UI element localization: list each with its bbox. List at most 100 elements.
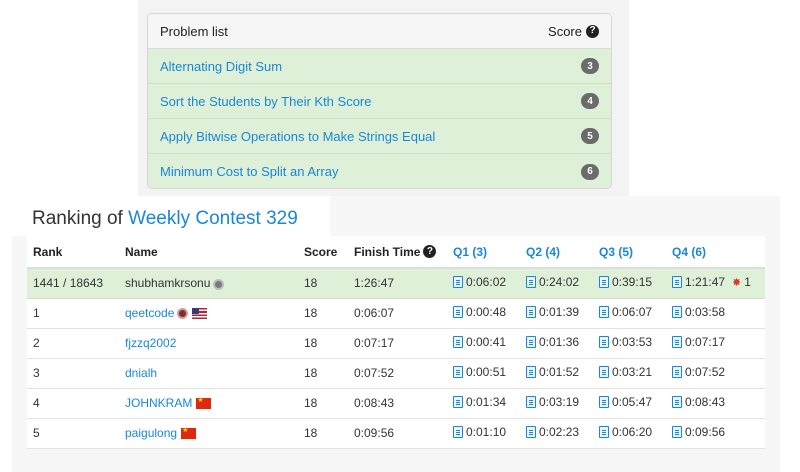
q3-column-header[interactable]: Q3 (5): [593, 236, 666, 269]
q3-cell[interactable]: 0:06:20: [593, 418, 666, 449]
problem-link[interactable]: Alternating Digit Sum: [160, 59, 282, 74]
table-row: 2 fjzzq2002 18 0:07:17 0:00:41 0:01:36 0…: [27, 328, 765, 359]
q2-cell[interactable]: 0:01:52: [520, 358, 593, 389]
q1-column-header[interactable]: Q1 (3): [447, 236, 520, 269]
q2-cell[interactable]: 0:03:19: [520, 388, 593, 419]
table-row-current-user: 1441 / 18643 shubhamkrsonu 18 1:26:47 0:…: [27, 268, 765, 299]
q1-cell[interactable]: 0:06:02: [447, 268, 520, 299]
q3-cell[interactable]: 0:05:47: [593, 388, 666, 419]
table-row: 3 dnialh 18 0:07:52 0:00:51 0:01:52 0:03…: [27, 358, 765, 389]
submission-doc-icon[interactable]: [599, 336, 609, 348]
problem-link[interactable]: Minimum Cost to Split an Array: [160, 164, 338, 179]
table-header-row: Rank Name Score Finish Time? Q1 (3) Q2 (…: [27, 236, 765, 269]
submission-doc-icon[interactable]: [526, 426, 536, 438]
score-badge: 6: [581, 163, 599, 180]
submission-doc-icon[interactable]: [453, 306, 463, 318]
q4-cell[interactable]: 1:21:47 ✸ 1: [666, 268, 765, 299]
submission-doc-icon[interactable]: [672, 306, 682, 318]
problem-row: Alternating Digit Sum 3: [148, 49, 611, 84]
submission-time: 0:00:51: [466, 365, 507, 379]
submission-doc-icon[interactable]: [453, 366, 463, 378]
submission-time: 0:24:02: [539, 275, 580, 290]
problem-link[interactable]: Apply Bitwise Operations to Make Strings…: [160, 129, 435, 144]
q2-cell[interactable]: 0:01:36: [520, 328, 593, 359]
submission-doc-icon[interactable]: [526, 396, 536, 408]
problem-row: Sort the Students by Their Kth Score 4: [148, 84, 611, 119]
submission-time: 0:01:10: [466, 425, 507, 439]
participant-name-link[interactable]: paigulong: [125, 426, 177, 440]
score-cell: 18: [298, 358, 348, 389]
q4-cell[interactable]: 0:03:58: [666, 298, 765, 329]
q4-cell[interactable]: 0:07:52: [666, 358, 765, 389]
q3-cell[interactable]: 0:03:53: [593, 328, 666, 359]
submission-doc-icon[interactable]: [599, 366, 609, 378]
submission-time: 0:06:02: [466, 275, 507, 290]
score-cell: 18: [298, 328, 348, 359]
wrong-attempts-count: 1: [744, 275, 751, 290]
q4-column-header[interactable]: Q4 (6): [666, 236, 765, 269]
submission-doc-icon[interactable]: [672, 276, 682, 289]
problem-row: Minimum Cost to Split an Array 6: [148, 154, 611, 188]
submission-doc-icon[interactable]: [672, 396, 682, 408]
q2-cell[interactable]: 0:01:39: [520, 298, 593, 329]
rank-cell: 1441 / 18643: [27, 268, 119, 299]
q1-cell[interactable]: 0:01:10: [447, 418, 520, 449]
rank-cell: 1: [27, 298, 119, 329]
submission-doc-icon[interactable]: [526, 306, 536, 318]
problem-link[interactable]: Sort the Students by Their Kth Score: [160, 94, 372, 109]
submission-doc-icon[interactable]: [453, 426, 463, 438]
submission-doc-icon[interactable]: [526, 276, 536, 289]
submission-doc-icon[interactable]: [599, 306, 609, 318]
q3-cell[interactable]: 0:06:07: [593, 298, 666, 329]
participant-name-link[interactable]: qeetcode: [125, 306, 174, 320]
name-cell: dnialh: [119, 358, 298, 389]
submission-time: 0:08:43: [685, 395, 726, 409]
submission-doc-icon[interactable]: [453, 396, 463, 408]
submission-time: 0:39:15: [612, 275, 653, 290]
name-cell: shubhamkrsonu: [119, 268, 298, 299]
submission-doc-icon[interactable]: [526, 336, 536, 348]
q4-cell[interactable]: 0:08:43: [666, 388, 765, 419]
contest-name-link[interactable]: Weekly Contest 329: [128, 208, 298, 229]
score-header: Score ?: [548, 24, 599, 39]
q1-cell[interactable]: 0:00:48: [447, 298, 520, 329]
question-circle-icon[interactable]: ?: [586, 24, 599, 38]
participant-name-link[interactable]: JOHNKRAM: [125, 396, 192, 410]
finish-time-cell: 0:06:07: [348, 298, 447, 329]
submission-doc-icon[interactable]: [672, 336, 682, 348]
q3-cell[interactable]: 0:03:21: [593, 358, 666, 389]
submission-doc-icon[interactable]: [672, 366, 682, 378]
participant-name: shubhamkrsonu: [125, 276, 211, 291]
q1-cell[interactable]: 0:00:41: [447, 328, 520, 359]
q3-cell[interactable]: 0:39:15: [593, 268, 666, 299]
problem-list-label: Problem list: [160, 23, 228, 39]
score-cell: 18: [298, 268, 348, 299]
q4-cell[interactable]: 0:09:56: [666, 418, 765, 449]
q2-cell[interactable]: 0:02:23: [520, 418, 593, 449]
q1-cell[interactable]: 0:00:51: [447, 358, 520, 389]
q4-cell[interactable]: 0:07:17: [666, 328, 765, 359]
submission-doc-icon[interactable]: [599, 426, 609, 438]
submission-time: 0:01:36: [539, 335, 580, 349]
participant-name-link[interactable]: fjzzq2002: [125, 336, 176, 350]
submission-time: 0:07:17: [685, 335, 726, 349]
rank-cell: 5: [27, 418, 119, 449]
q2-column-header[interactable]: Q2 (4): [520, 236, 593, 269]
submission-doc-icon[interactable]: [526, 366, 536, 378]
submission-time: 0:03:21: [612, 365, 653, 379]
score-cell: 18: [298, 418, 348, 449]
finish-time-cell: 0:09:56: [348, 418, 447, 449]
avatar-icon: [213, 278, 225, 290]
name-cell: paigulong: [119, 418, 298, 449]
question-circle-icon[interactable]: ?: [423, 245, 437, 258]
submission-doc-icon[interactable]: [672, 426, 682, 438]
submission-doc-icon[interactable]: [453, 276, 463, 289]
participant-name-link[interactable]: dnialh: [125, 366, 157, 380]
submission-doc-icon[interactable]: [453, 336, 463, 348]
submission-doc-icon[interactable]: [599, 276, 609, 289]
submission-doc-icon[interactable]: [599, 396, 609, 408]
q1-cell[interactable]: 0:01:34: [447, 388, 520, 419]
q2-cell[interactable]: 0:24:02: [520, 268, 593, 299]
name-cell: fjzzq2002: [119, 328, 298, 359]
score-column-header: Score: [298, 236, 348, 269]
